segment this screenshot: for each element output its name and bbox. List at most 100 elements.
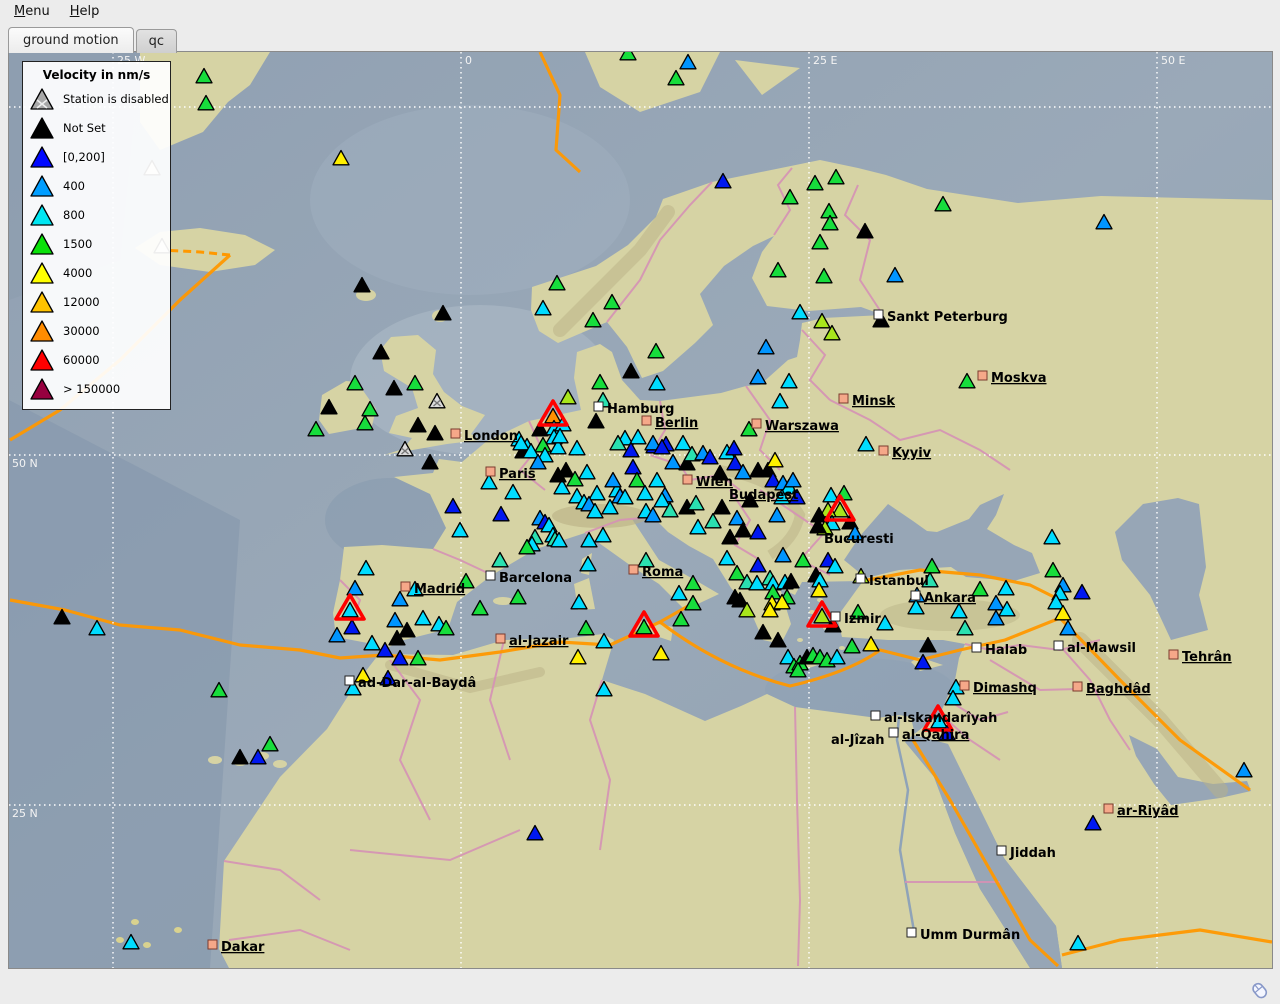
grid-label-lon: 0 bbox=[465, 54, 472, 67]
legend-row: 12000 bbox=[23, 287, 170, 316]
city-label: Hamburg bbox=[607, 402, 674, 417]
city-label: Paris bbox=[499, 467, 536, 482]
legend-row: 4000 bbox=[23, 258, 170, 287]
menu-button[interactable]: Menu bbox=[6, 2, 58, 21]
legend-triangle-icon bbox=[30, 233, 54, 255]
legend-triangle-icon bbox=[30, 88, 54, 110]
city-marker[interactable] bbox=[856, 574, 865, 583]
city-marker[interactable] bbox=[960, 681, 969, 690]
city-marker[interactable] bbox=[1054, 641, 1063, 650]
tab-ground-motion[interactable]: ground motion bbox=[8, 27, 134, 53]
city-marker[interactable] bbox=[752, 419, 761, 428]
city-marker[interactable] bbox=[1073, 682, 1082, 691]
city-label: Halab bbox=[985, 643, 1027, 658]
city-marker[interactable] bbox=[1104, 804, 1113, 813]
mouse-icon bbox=[1247, 978, 1273, 1004]
city-label: al-Jîzah bbox=[831, 733, 885, 748]
city-label: Sankt Peterburg bbox=[887, 310, 1008, 325]
city-marker[interactable] bbox=[345, 676, 354, 685]
city-marker[interactable] bbox=[972, 643, 981, 652]
city-label: Jiddah bbox=[1009, 846, 1056, 861]
status-bar bbox=[0, 970, 1280, 1004]
legend-label: [0,200] bbox=[63, 150, 105, 164]
legend-triangle-icon bbox=[30, 204, 54, 226]
city-label: Minsk bbox=[852, 394, 895, 409]
city-marker[interactable] bbox=[629, 565, 638, 574]
city-marker[interactable] bbox=[907, 928, 916, 937]
legend-label: 4000 bbox=[63, 266, 92, 280]
city-label: Dakar bbox=[221, 940, 265, 955]
map-canvas[interactable]: LondonParisMadridBarcelonaRomaHamburgBer… bbox=[9, 52, 1272, 968]
legend-triangle-icon bbox=[30, 378, 54, 400]
city-label: Baghdâd bbox=[1086, 682, 1151, 697]
city-marker[interactable] bbox=[208, 940, 217, 949]
city-marker[interactable] bbox=[831, 612, 840, 621]
tab-bar: ground motion qc bbox=[8, 29, 179, 53]
legend-triangle-icon bbox=[30, 349, 54, 371]
city-marker[interactable] bbox=[642, 416, 651, 425]
legend-label: 30000 bbox=[63, 324, 100, 338]
city-marker[interactable] bbox=[451, 429, 460, 438]
city-marker[interactable] bbox=[871, 711, 880, 720]
legend-label: Station is disabled bbox=[63, 92, 169, 106]
city-marker[interactable] bbox=[486, 467, 495, 476]
legend-label: 400 bbox=[63, 179, 85, 193]
legend-label: > 150000 bbox=[63, 382, 120, 396]
help-button[interactable]: Help bbox=[62, 2, 108, 21]
city-label: Ankara bbox=[924, 591, 976, 606]
city-label: Bucuresti bbox=[824, 532, 894, 547]
city-label: Kyyiv bbox=[892, 446, 932, 461]
city-marker[interactable] bbox=[486, 571, 495, 580]
city-marker[interactable] bbox=[911, 591, 920, 600]
tab-qc[interactable]: qc bbox=[136, 29, 177, 53]
legend-triangle-icon bbox=[30, 146, 54, 168]
legend-triangle-icon bbox=[30, 262, 54, 284]
city-label: Moskva bbox=[991, 371, 1047, 386]
city-label: Izmir bbox=[844, 612, 881, 627]
application-window: { "window": { "menu_items": ["Menu", "He… bbox=[0, 0, 1280, 1004]
legend-label: 800 bbox=[63, 208, 85, 222]
map-terrain bbox=[9, 52, 1272, 968]
city-marker[interactable] bbox=[879, 446, 888, 455]
legend-title: Velocity in nm/s bbox=[23, 68, 170, 82]
city-label: ar-Riyâd bbox=[1117, 804, 1179, 819]
city-marker[interactable] bbox=[594, 402, 603, 411]
city-marker[interactable] bbox=[889, 728, 898, 737]
city-marker[interactable] bbox=[978, 371, 987, 380]
legend-row: Station is disabled bbox=[23, 84, 170, 113]
city-marker[interactable] bbox=[496, 634, 505, 643]
legend-row: > 150000 bbox=[23, 374, 170, 403]
city-label: Madrid bbox=[414, 582, 465, 597]
city-label: Roma bbox=[642, 565, 683, 580]
city-label: al-Qahira bbox=[902, 728, 969, 743]
legend-row: [0,200] bbox=[23, 142, 170, 171]
city-label: Istanbul bbox=[869, 574, 929, 589]
city-label: al-Mawsil bbox=[1067, 641, 1136, 656]
city-label: Tehrân bbox=[1182, 650, 1232, 665]
legend-triangle-icon bbox=[30, 291, 54, 313]
legend-label: Not Set bbox=[63, 121, 106, 135]
city-marker[interactable] bbox=[683, 475, 692, 484]
map-legend: Velocity in nm/s Station is disabled Not … bbox=[22, 61, 171, 410]
city-marker[interactable] bbox=[839, 394, 848, 403]
legend-triangle-icon bbox=[30, 175, 54, 197]
legend-row: 400 bbox=[23, 171, 170, 200]
legend-label: 1500 bbox=[63, 237, 92, 251]
legend-row: 800 bbox=[23, 200, 170, 229]
city-marker[interactable] bbox=[401, 582, 410, 591]
legend-label: 60000 bbox=[63, 353, 100, 367]
legend-row: 30000 bbox=[23, 316, 170, 345]
grid-label-lon: 25 E bbox=[813, 54, 837, 67]
city-marker[interactable] bbox=[874, 310, 883, 319]
city-marker[interactable] bbox=[1169, 650, 1178, 659]
legend-row: Not Set bbox=[23, 113, 170, 142]
city-label: London bbox=[464, 429, 518, 444]
grid-label-lat: 50 N bbox=[12, 457, 38, 470]
city-label: al-Jazair bbox=[509, 634, 569, 649]
city-label: Warszawa bbox=[765, 419, 839, 434]
city-label: ad-Dar-al-Baydâ bbox=[358, 676, 476, 691]
city-marker[interactable] bbox=[997, 846, 1006, 855]
city-label: Berlin bbox=[655, 416, 698, 431]
legend-triangle-icon bbox=[30, 320, 54, 342]
city-label: Dimashq bbox=[973, 681, 1037, 696]
